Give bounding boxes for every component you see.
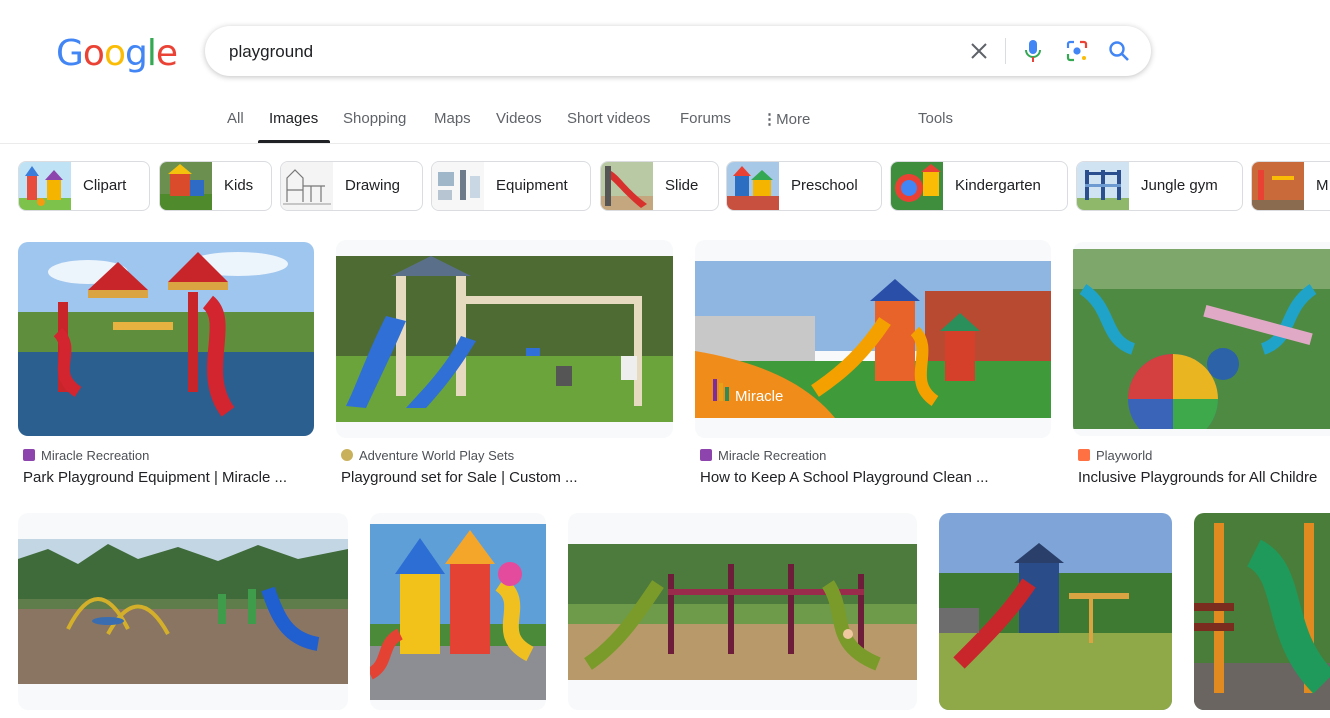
result-image <box>939 513 1172 710</box>
result-image <box>18 539 348 684</box>
logo-letter: e <box>155 33 178 74</box>
chip-thumbnail <box>160 162 212 210</box>
search-box <box>205 26 1151 76</box>
chip-jungle-gym[interactable]: Jungle gym <box>1076 161 1243 211</box>
image-result[interactable] <box>568 513 917 710</box>
image-result[interactable] <box>939 513 1172 710</box>
result-title-link[interactable]: How to Keep A School Playground Clean ..… <box>700 469 1050 486</box>
tab-short-videos[interactable]: Short videos <box>567 110 650 127</box>
google-logo[interactable]: Google <box>56 33 178 74</box>
chip-thumbnail <box>1252 162 1304 210</box>
tab-forums[interactable]: Forums <box>680 110 731 127</box>
search-input[interactable] <box>227 39 931 65</box>
camera-lens-icon[interactable] <box>1065 39 1089 63</box>
logo-letter: G <box>56 33 84 74</box>
playworld-favicon-icon <box>1078 449 1090 461</box>
clear-icon[interactable] <box>967 39 991 63</box>
source-name: Miracle Recreation <box>41 448 150 463</box>
logo-letter: o <box>103 33 126 74</box>
chip-label: Preschool <box>791 177 858 194</box>
search-tabs: All Images Shopping Maps Videos Short vi… <box>0 100 1330 144</box>
chip-label: Drawing <box>345 177 401 194</box>
chip-thumbnail <box>19 162 71 210</box>
tab-more[interactable]: ⋮ More <box>762 110 810 128</box>
chip-thumbnail <box>891 162 943 210</box>
result-image <box>370 524 546 700</box>
chip-label: Slide <box>665 177 699 194</box>
chip-label: Jungle gym <box>1141 177 1218 194</box>
image-overlay-text: Miracle <box>735 388 783 405</box>
logo-letter: l <box>146 33 157 74</box>
chip-equipment[interactable]: Equipment <box>431 161 591 211</box>
active-tab-indicator <box>258 140 330 143</box>
tab-shopping[interactable]: Shopping <box>343 110 406 127</box>
result-source: Miracle Recreation <box>23 448 149 463</box>
source-name: Adventure World Play Sets <box>359 448 515 463</box>
chip-clipart[interactable]: Clipart <box>18 161 150 211</box>
result-image <box>1073 249 1330 429</box>
chip-drawing[interactable]: Drawing <box>280 161 423 211</box>
chip-label: M <box>1316 177 1329 194</box>
result-source: Miracle Recreation <box>700 448 826 463</box>
source-name: Miracle Recreation <box>718 448 827 463</box>
logo-letter: g <box>124 33 148 74</box>
tab-images[interactable]: Images <box>269 110 318 127</box>
tab-more-label: More <box>776 111 811 128</box>
chip-slide[interactable]: Slide <box>600 161 719 211</box>
image-result[interactable] <box>1194 513 1330 710</box>
chip-kindergarten[interactable]: Kindergarten <box>890 161 1068 211</box>
image-result[interactable] <box>370 513 546 710</box>
result-title-link[interactable]: Playground set for Sale | Custom ... <box>341 469 671 486</box>
image-result[interactable] <box>18 242 314 436</box>
more-vert-icon: ⋮ <box>762 111 777 128</box>
miracle-favicon-icon <box>23 449 35 461</box>
chip-thumbnail <box>727 162 779 210</box>
chip-label: Clipart <box>83 177 127 194</box>
image-result[interactable] <box>336 240 673 438</box>
result-title-link[interactable]: Park Playground Equipment | Miracle ... <box>23 469 313 486</box>
microphone-icon[interactable] <box>1021 39 1045 63</box>
source-name: Playworld <box>1096 448 1153 463</box>
result-image <box>18 242 314 436</box>
image-result[interactable] <box>1073 242 1330 436</box>
image-result[interactable]: Miracle <box>695 240 1051 438</box>
chip-thumbnail <box>281 162 333 210</box>
result-image <box>568 544 917 680</box>
tab-videos[interactable]: Videos <box>496 110 542 127</box>
chip-thumbnail <box>1077 162 1129 210</box>
chip-label: Kids <box>224 177 254 194</box>
logo-letter: o <box>82 33 105 74</box>
result-title-link[interactable]: Inclusive Playgrounds for All Childre <box>1078 469 1330 486</box>
chip-kids[interactable]: Kids <box>159 161 272 211</box>
result-image: Miracle <box>695 261 1051 418</box>
tab-all[interactable]: All <box>227 110 244 127</box>
result-image <box>1194 513 1330 710</box>
result-source: Playworld <box>1078 448 1152 463</box>
result-image <box>336 256 673 422</box>
chip-thumbnail <box>601 162 653 210</box>
image-result[interactable] <box>18 513 348 710</box>
chip-label: Equipment <box>496 177 568 194</box>
tools-button[interactable]: Tools <box>918 110 953 127</box>
result-source: Adventure World Play Sets <box>341 448 514 463</box>
chip-preschool[interactable]: Preschool <box>726 161 882 211</box>
adventure-world-favicon-icon <box>341 449 353 461</box>
search-icon[interactable] <box>1107 39 1131 63</box>
chip-label: Kindergarten <box>955 177 1041 194</box>
chip-more-partial[interactable]: M <box>1251 161 1330 211</box>
tab-maps[interactable]: Maps <box>434 110 471 127</box>
chip-thumbnail <box>432 162 484 210</box>
search-divider <box>1005 38 1006 64</box>
miracle-favicon-icon <box>700 449 712 461</box>
